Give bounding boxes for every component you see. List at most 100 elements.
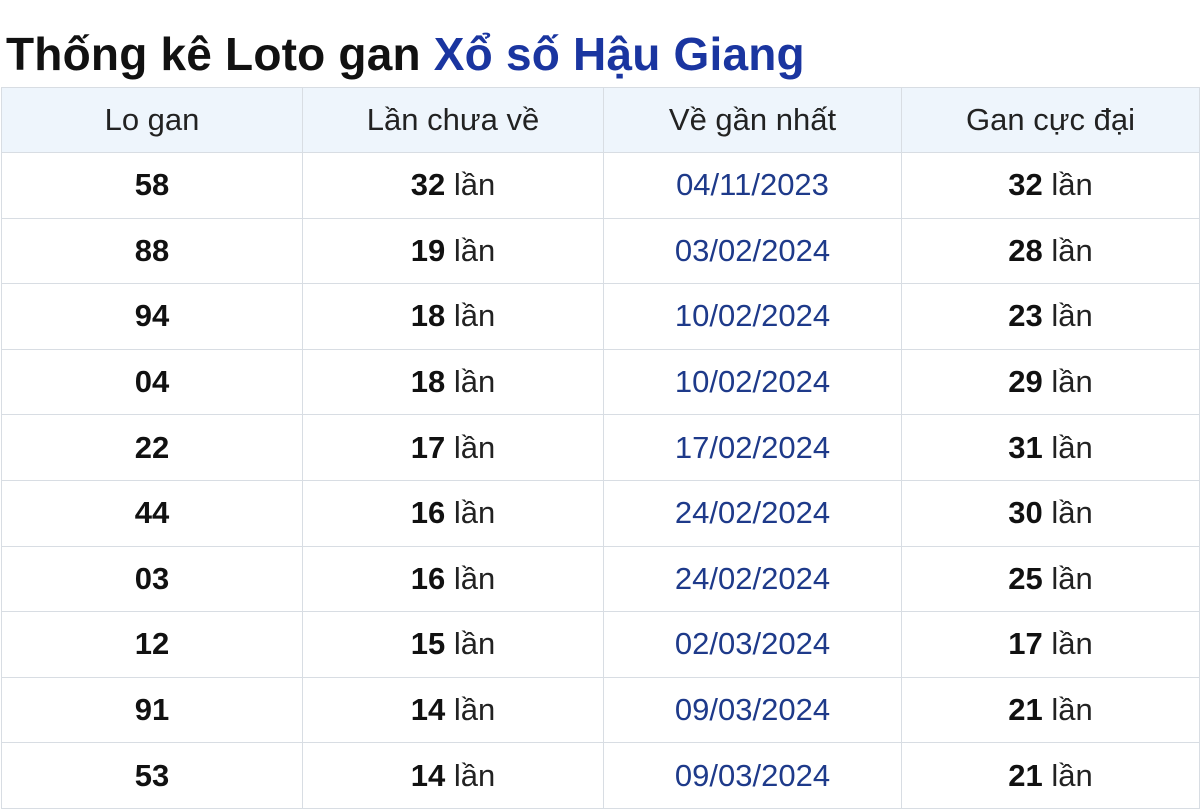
lo-number-cell: 03 xyxy=(1,545,303,613)
absent-count: 17 xyxy=(410,429,446,465)
lo-number: 22 xyxy=(134,429,170,465)
max-gap-unit: lần xyxy=(1051,232,1093,268)
absent-count: 16 xyxy=(410,495,446,531)
last-seen-date: 02/03/2024 xyxy=(674,626,831,662)
absent-count-cell: 18 lần xyxy=(302,283,604,350)
lo-number: 91 xyxy=(134,692,170,728)
max-gap-unit: lần xyxy=(1051,692,1093,728)
header-gan-cuc-dai: Gan cực đại xyxy=(901,87,1200,153)
max-gap-unit: lần xyxy=(1051,560,1093,596)
last-seen-date: 10/02/2024 xyxy=(674,364,831,400)
max-gap-cell: 28 lần xyxy=(901,217,1200,285)
absent-count: 18 xyxy=(410,364,446,400)
max-gap-unit: lần xyxy=(1051,298,1093,334)
lo-number: 53 xyxy=(134,757,170,793)
table-row: 58 32 lần 04/11/2023 32 lần xyxy=(1,152,1200,219)
max-gap-unit: lần xyxy=(1051,626,1093,662)
absent-unit: lần xyxy=(453,757,496,793)
lo-number: 58 xyxy=(134,167,170,203)
title-prefix: Thống kê Loto gan xyxy=(6,28,421,80)
last-seen-date: 09/03/2024 xyxy=(674,692,831,728)
last-seen-cell: 09/03/2024 xyxy=(603,676,902,744)
last-seen-date: 24/02/2024 xyxy=(674,495,831,531)
last-seen-cell: 24/02/2024 xyxy=(603,545,902,613)
absent-unit: lần xyxy=(453,626,496,662)
table-row: 94 18 lần 10/02/2024 23 lần xyxy=(1,283,1200,350)
header-lan-chua-ve: Lần chưa về xyxy=(302,87,604,153)
table-header: Lo gan Lần chưa về Về gần nhất Gan cực đ… xyxy=(1,87,1200,153)
table-row: 53 14 lần 09/03/2024 21 lần xyxy=(1,742,1200,809)
lo-number: 04 xyxy=(134,364,170,400)
table-row: 12 15 lần 02/03/2024 17 lần xyxy=(1,611,1200,678)
last-seen-cell: 10/02/2024 xyxy=(603,283,902,350)
absent-count: 32 xyxy=(410,167,446,203)
lo-number-cell: 22 xyxy=(1,414,303,481)
lo-number: 44 xyxy=(134,495,170,531)
absent-count: 14 xyxy=(410,692,446,728)
absent-count-cell: 32 lần xyxy=(302,152,604,219)
absent-unit: lần xyxy=(453,298,496,334)
loto-gan-table: Lo gan Lần chưa về Về gần nhất Gan cực đ… xyxy=(1,87,1200,809)
max-gap-cell: 21 lần xyxy=(901,742,1200,809)
absent-count-cell: 16 lần xyxy=(302,479,604,547)
max-gap-count: 21 xyxy=(1008,692,1043,728)
lo-number-cell: 88 xyxy=(1,217,303,285)
last-seen-cell: 09/03/2024 xyxy=(603,742,902,809)
table-body: 58 32 lần 04/11/2023 32 lần 88 19 lần 03… xyxy=(1,152,1200,809)
last-seen-date: 17/02/2024 xyxy=(674,429,831,465)
lo-number-cell: 04 xyxy=(1,348,303,416)
absent-count-cell: 14 lần xyxy=(302,676,604,744)
max-gap-count: 17 xyxy=(1008,626,1043,662)
max-gap-unit: lần xyxy=(1051,757,1093,793)
absent-unit: lần xyxy=(453,692,496,728)
absent-count: 16 xyxy=(410,560,446,596)
max-gap-unit: lần xyxy=(1051,364,1093,400)
lo-number: 03 xyxy=(134,560,170,596)
table-row: 22 17 lần 17/02/2024 31 lần xyxy=(1,414,1200,481)
max-gap-cell: 25 lần xyxy=(901,545,1200,613)
header-lo-gan: Lo gan xyxy=(1,87,303,153)
absent-count: 18 xyxy=(410,298,446,334)
absent-unit: lần xyxy=(453,560,496,596)
title-highlight: Xổ số Hậu Giang xyxy=(433,28,805,80)
absent-count: 14 xyxy=(410,757,446,793)
lo-number-cell: 91 xyxy=(1,676,303,744)
lo-number-cell: 44 xyxy=(1,479,303,547)
lo-number: 94 xyxy=(134,298,170,334)
table-row: 04 18 lần 10/02/2024 29 lần xyxy=(1,348,1200,416)
last-seen-date: 03/02/2024 xyxy=(674,232,831,268)
absent-unit: lần xyxy=(453,429,496,465)
max-gap-count: 30 xyxy=(1008,495,1043,531)
last-seen-cell: 10/02/2024 xyxy=(603,348,902,416)
last-seen-date: 24/02/2024 xyxy=(674,560,831,596)
absent-unit: lần xyxy=(453,167,496,203)
absent-unit: lần xyxy=(453,364,496,400)
absent-unit: lần xyxy=(453,495,496,531)
max-gap-cell: 32 lần xyxy=(901,152,1200,219)
max-gap-cell: 30 lần xyxy=(901,479,1200,547)
lo-number-cell: 12 xyxy=(1,611,303,678)
last-seen-date: 04/11/2023 xyxy=(676,167,829,203)
absent-count: 19 xyxy=(410,232,446,268)
max-gap-count: 25 xyxy=(1008,560,1043,596)
header-ve-gan-nhat: Về gần nhất xyxy=(603,87,902,153)
header-row: Lo gan Lần chưa về Về gần nhất Gan cực đ… xyxy=(1,87,1200,153)
last-seen-cell: 03/02/2024 xyxy=(603,217,902,285)
absent-count-cell: 14 lần xyxy=(302,742,604,809)
max-gap-count: 28 xyxy=(1008,232,1043,268)
max-gap-cell: 29 lần xyxy=(901,348,1200,416)
max-gap-cell: 31 lần xyxy=(901,414,1200,481)
max-gap-cell: 23 lần xyxy=(901,283,1200,350)
max-gap-count: 31 xyxy=(1008,429,1043,465)
max-gap-unit: lần xyxy=(1051,429,1093,465)
last-seen-date: 10/02/2024 xyxy=(674,298,831,334)
lo-number-cell: 58 xyxy=(1,152,303,219)
table-row: 03 16 lần 24/02/2024 25 lần xyxy=(1,545,1200,613)
max-gap-count: 29 xyxy=(1008,364,1043,400)
page-title: Thống kê Loto gan Xổ số Hậu Giang xyxy=(6,22,805,86)
table-row: 91 14 lần 09/03/2024 21 lần xyxy=(1,676,1200,744)
lo-number: 88 xyxy=(134,232,170,268)
absent-count: 15 xyxy=(410,626,446,662)
absent-count-cell: 17 lần xyxy=(302,414,604,481)
lo-number-cell: 94 xyxy=(1,283,303,350)
